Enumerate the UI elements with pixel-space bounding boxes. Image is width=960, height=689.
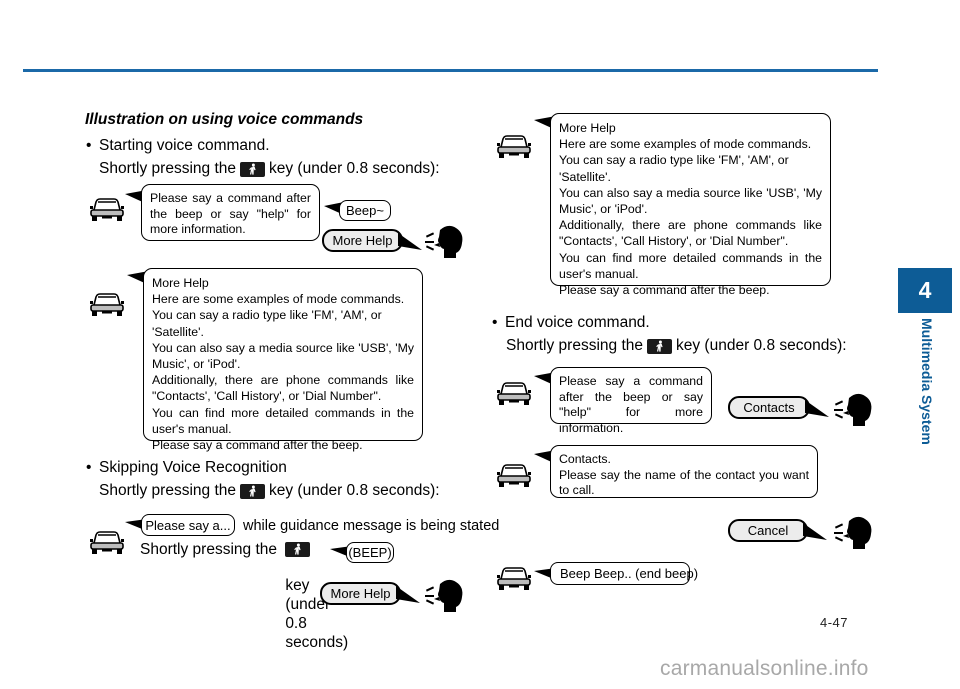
pill-contacts: Contacts [728,396,810,419]
bubble-more-help-left: More Help Here are some examples of mode… [143,268,423,452]
page-title: Illustration on using voice commands [85,111,364,128]
speaking-head-icon [833,512,877,550]
bubble-title: More Help [559,121,616,135]
voice-command-key-icon [240,483,265,499]
bubble-please-say-command-2: Please say a command after the beep or s… [550,367,712,435]
bullet-starting-voice-command: • Starting voice command. [86,137,270,154]
car-front-icon [86,189,128,223]
pill-please-say-a: Please say a... [141,514,235,536]
bubble-more-help-right: More Help Here are some examples of mode… [550,113,831,297]
speaking-head-icon [424,221,468,259]
bullet-skipping-voice-recognition: • Skipping Voice Recognition [86,459,287,476]
pill-beep-2: (BEEP) [346,542,394,563]
bubble-please-say-command-1: Please say a command after the beep or s… [141,184,320,241]
speaking-head-icon [424,575,468,613]
second-press-instruction: Shortly pressing the key (under 0.8 seco… [140,541,349,652]
bubble-tail-icon [805,400,829,420]
car-front-icon [493,558,535,592]
guidance-note: while guidance message is being stated [243,518,500,534]
bullet-dot-icon: • [86,137,92,154]
chapter-label: Multimedia System [919,318,935,445]
bubble-title: Contacts. [559,452,611,466]
bubble-contacts-prompt: Contacts. Please say the name of the con… [550,445,818,498]
bubble-tail-icon [396,586,420,606]
chapter-tab: 4 [898,268,952,313]
instruction-starting-voice-command: Shortly pressing the key (under 0.8 seco… [99,160,440,177]
bubble-title: More Help [152,276,209,290]
pill-cancel: Cancel [728,519,808,542]
watermark: carmanualsonline.info [660,657,869,680]
bubble-tail-icon [398,233,422,253]
voice-command-key-icon [647,338,672,354]
car-front-icon [493,126,535,160]
speaking-head-icon [833,389,877,427]
instruction-end-voice-command: Shortly pressing the key (under 0.8 seco… [506,337,847,354]
page-number: 4-47 [820,615,849,630]
bullet-dot-icon: • [492,314,498,331]
car-front-icon [86,522,128,556]
car-front-icon [493,373,535,407]
bullet-end-voice-command: • End voice command. [492,314,650,331]
bubble-tail-icon [803,523,827,543]
pill-beep: Beep~ [339,200,391,221]
instruction-skipping-voice-recognition: Shortly pressing the key (under 0.8 seco… [99,482,440,499]
pill-more-help-2: More Help [320,582,401,605]
pill-more-help-1: More Help [322,229,403,252]
car-front-icon [86,284,128,318]
voice-command-key-icon: key (under 0.8 seconds) [285,542,348,651]
car-front-icon [493,455,535,489]
pill-end-beep: Beep Beep.. (end beep) [550,562,698,585]
bullet-dot-icon: • [86,459,92,476]
voice-command-key-icon [240,161,265,177]
header-rule [23,69,878,72]
manual-page: Illustration on using voice commands • St… [0,0,960,689]
chapter-number: 4 [918,277,932,303]
